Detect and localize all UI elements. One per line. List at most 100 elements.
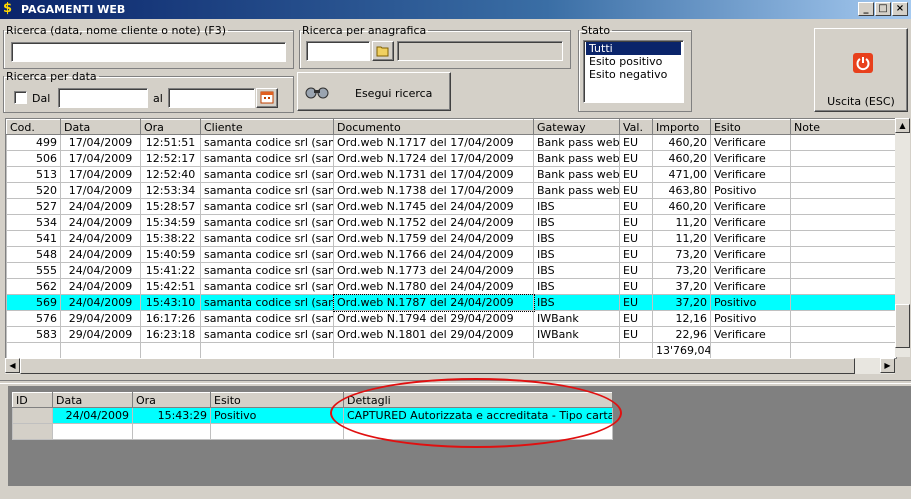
table-cell[interactable]: 17/04/2009 bbox=[60, 182, 141, 199]
anagrafica-browse-button[interactable] bbox=[372, 41, 394, 61]
table-cell[interactable]: Verificare bbox=[710, 166, 791, 183]
table-cell[interactable]: Verificare bbox=[710, 150, 791, 167]
date-to-input[interactable] bbox=[168, 88, 255, 108]
table-cell[interactable]: 499 bbox=[6, 134, 61, 151]
table-cell[interactable]: 520 bbox=[6, 182, 61, 199]
detail-column-header[interactable]: Ora bbox=[132, 392, 211, 408]
table-cell[interactable]: EU bbox=[619, 198, 653, 215]
table-cell[interactable]: EU bbox=[619, 230, 653, 247]
table-cell[interactable]: 569 bbox=[6, 294, 61, 311]
table-cell[interactable] bbox=[790, 278, 896, 295]
table-cell[interactable]: Ord.web N.1752 del 24/04/2009 bbox=[333, 214, 534, 231]
table-cell[interactable]: EU bbox=[619, 294, 653, 311]
table-cell[interactable]: IBS bbox=[533, 294, 620, 311]
table-row[interactable]: 506 17/04/2009 12:52:17 samanta codice srl … bbox=[6, 150, 896, 167]
table-cell[interactable]: 73,20 bbox=[652, 262, 711, 279]
table-cell[interactable]: 24/04/2009 bbox=[60, 214, 141, 231]
column-header[interactable]: Ora bbox=[140, 119, 201, 135]
table-cell[interactable]: IBS bbox=[533, 262, 620, 279]
table-cell[interactable]: IBS bbox=[533, 246, 620, 263]
table-cell[interactable]: 73,20 bbox=[652, 246, 711, 263]
table-cell[interactable]: 17/04/2009 bbox=[60, 134, 141, 151]
table-cell[interactable]: 583 bbox=[6, 326, 61, 343]
table-cell[interactable]: samanta codice srl (sam/... bbox=[200, 310, 334, 327]
detail-cell[interactable]: 15:43:29 bbox=[132, 407, 211, 424]
table-cell[interactable]: IBS bbox=[533, 214, 620, 231]
table-cell[interactable]: samanta codice srl (sam/... bbox=[200, 150, 334, 167]
table-cell[interactable]: IWBank bbox=[533, 326, 620, 343]
table-cell[interactable]: 37,20 bbox=[652, 294, 711, 311]
table-cell[interactable]: Verificare bbox=[710, 326, 791, 343]
payments-grid[interactable]: Cod. Data Ora Cliente Documento Gateway Val. Im… bbox=[5, 118, 897, 359]
column-header[interactable]: Note bbox=[790, 119, 896, 135]
table-cell[interactable]: Verificare bbox=[710, 230, 791, 247]
table-cell[interactable]: 24/04/2009 bbox=[60, 246, 141, 263]
column-header[interactable]: Documento bbox=[333, 119, 534, 135]
table-cell[interactable]: 12,16 bbox=[652, 310, 711, 327]
table-cell[interactable]: EU bbox=[619, 246, 653, 263]
column-header[interactable]: Cod. bbox=[6, 119, 61, 135]
detail-column-header[interactable]: ID bbox=[12, 392, 53, 408]
table-cell[interactable]: 15:41:22 bbox=[140, 262, 201, 279]
table-cell[interactable] bbox=[790, 198, 896, 215]
table-cell[interactable]: 506 bbox=[6, 150, 61, 167]
table-cell[interactable]: EU bbox=[619, 150, 653, 167]
table-cell[interactable]: Verificare bbox=[710, 246, 791, 263]
table-cell[interactable] bbox=[790, 294, 896, 311]
table-cell[interactable]: Positivo bbox=[710, 294, 791, 311]
stato-listbox[interactable]: Tutti Esito positivo Esito negativo bbox=[583, 40, 684, 103]
table-cell[interactable]: Ord.web N.1724 del 17/04/2009 bbox=[333, 150, 534, 167]
table-row[interactable]: 541 24/04/2009 15:38:22 samanta codice srl … bbox=[6, 230, 896, 247]
date-from-checkbox[interactable] bbox=[14, 91, 27, 104]
table-cell[interactable]: Ord.web N.1780 del 24/04/2009 bbox=[333, 278, 534, 295]
table-cell[interactable]: 29/04/2009 bbox=[60, 326, 141, 343]
table-cell[interactable]: Ord.web N.1717 del 17/04/2009 bbox=[333, 134, 534, 151]
table-cell[interactable]: Bank pass web bbox=[533, 134, 620, 151]
table-cell[interactable]: samanta codice srl (sam/... bbox=[200, 134, 334, 151]
column-header[interactable]: Data bbox=[60, 119, 141, 135]
table-cell[interactable]: EU bbox=[619, 182, 653, 199]
table-cell[interactable]: samanta codice srl (sam/... bbox=[200, 166, 334, 183]
scroll-thumb[interactable] bbox=[895, 304, 910, 348]
table-cell[interactable]: 555 bbox=[6, 262, 61, 279]
table-cell[interactable]: samanta codice srl (sam/... bbox=[200, 214, 334, 231]
horizontal-scroll-thumb[interactable] bbox=[20, 358, 855, 374]
detail-cell[interactable] bbox=[210, 423, 344, 440]
table-cell[interactable]: 11,20 bbox=[652, 230, 711, 247]
table-row[interactable]: 555 24/04/2009 15:41:22 samanta codice srl … bbox=[6, 262, 896, 279]
detail-cell[interactable]: 24/04/2009 bbox=[52, 407, 133, 424]
table-row[interactable]: 520 17/04/2009 12:53:34 samanta codice srl … bbox=[6, 182, 896, 199]
column-header[interactable]: Gateway bbox=[533, 119, 620, 135]
table-cell[interactable]: Bank pass web bbox=[533, 150, 620, 167]
scroll-left-button[interactable]: ◀ bbox=[5, 358, 20, 373]
table-cell[interactable]: EU bbox=[619, 278, 653, 295]
table-row[interactable]: 583 29/04/2009 16:23:18 samanta codice srl … bbox=[6, 326, 896, 343]
table-cell[interactable]: 576 bbox=[6, 310, 61, 327]
table-cell[interactable]: Verificare bbox=[710, 278, 791, 295]
table-cell[interactable]: Positivo bbox=[710, 182, 791, 199]
table-cell[interactable]: 17/04/2009 bbox=[60, 166, 141, 183]
table-cell[interactable]: 24/04/2009 bbox=[60, 230, 141, 247]
table-cell[interactable] bbox=[790, 326, 896, 343]
table-cell[interactable]: IBS bbox=[533, 278, 620, 295]
table-cell[interactable]: 15:38:22 bbox=[140, 230, 201, 247]
detail-cell[interactable] bbox=[52, 423, 133, 440]
general-search-input[interactable] bbox=[11, 42, 286, 62]
table-cell[interactable] bbox=[790, 150, 896, 167]
column-header[interactable]: Cliente bbox=[200, 119, 334, 135]
table-cell[interactable]: 24/04/2009 bbox=[60, 198, 141, 215]
table-row[interactable]: 513 17/04/2009 12:52:40 samanta codice srl … bbox=[6, 166, 896, 183]
detail-column-header[interactable]: Data bbox=[52, 392, 133, 408]
table-row[interactable]: 569 24/04/2009 15:43:10 samanta codice srl … bbox=[6, 293, 896, 312]
table-cell[interactable]: 24/04/2009 bbox=[60, 262, 141, 279]
table-cell[interactable]: samanta codice srl (sam/... bbox=[200, 278, 334, 295]
table-cell[interactable]: 12:53:34 bbox=[140, 182, 201, 199]
table-cell[interactable]: Ord.web N.1766 del 24/04/2009 bbox=[333, 246, 534, 263]
table-cell[interactable]: 24/04/2009 bbox=[60, 278, 141, 295]
table-cell[interactable]: Verificare bbox=[710, 214, 791, 231]
table-cell[interactable]: 460,20 bbox=[652, 150, 711, 167]
table-cell[interactable]: 460,20 bbox=[652, 134, 711, 151]
table-cell[interactable]: Ord.web N.1801 del 29/04/2009 bbox=[333, 326, 534, 343]
detail-cell[interactable] bbox=[12, 407, 53, 424]
exit-button[interactable]: Uscita (ESC) bbox=[814, 28, 908, 112]
